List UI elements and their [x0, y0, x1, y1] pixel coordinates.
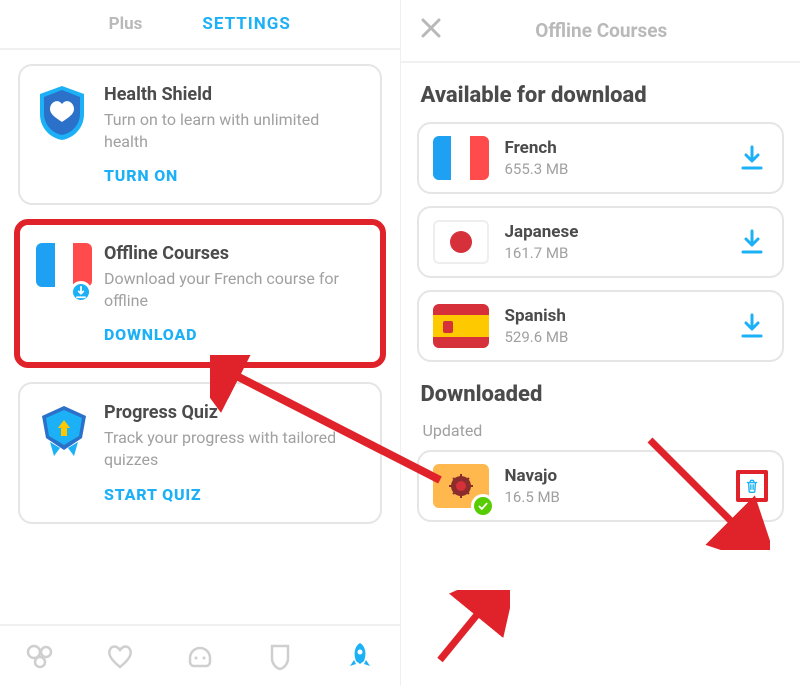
health-shield-card[interactable]: Health Shield Turn on to learn with unli… — [18, 64, 382, 205]
offline-courses-title: Offline Courses — [104, 243, 364, 264]
settings-panel: Plus SETTINGS Health Shield Turn on to l… — [0, 0, 401, 686]
course-size: 529.6 MB — [505, 328, 721, 346]
start-quiz-button[interactable]: START QUIZ — [104, 485, 364, 504]
offline-courses-panel: Offline Courses Available for download F… — [401, 0, 800, 686]
navajo-flag-icon — [433, 464, 489, 508]
progress-quiz-title: Progress Quiz — [104, 402, 364, 423]
health-shield-desc: Turn on to learn with unlimited health — [104, 109, 364, 152]
downloaded-sub: Updated — [423, 421, 800, 440]
course-name: French — [505, 138, 721, 158]
delete-icon[interactable] — [736, 470, 768, 502]
tabs-bar: Plus SETTINGS — [0, 0, 400, 50]
close-icon[interactable] — [419, 14, 443, 47]
course-size: 655.3 MB — [505, 160, 721, 178]
download-icon[interactable] — [736, 226, 768, 258]
tab-plus[interactable]: Plus — [109, 14, 143, 34]
turn-on-button[interactable]: TURN ON — [104, 166, 364, 185]
quiz-badge-icon — [36, 402, 88, 454]
course-row-spanish[interactable]: Spanish 529.6 MB — [417, 290, 785, 362]
nav-rocket-icon[interactable] — [344, 640, 376, 672]
download-icon[interactable] — [736, 310, 768, 342]
available-list: French 655.3 MB Japanese 161.7 MB — [401, 122, 800, 362]
course-name: Spanish — [505, 306, 721, 326]
available-header: Available for download — [421, 83, 800, 108]
course-name: Navajo — [505, 466, 721, 486]
japanese-flag-icon — [433, 220, 489, 264]
course-size: 16.5 MB — [505, 488, 721, 506]
download-icon[interactable] — [736, 142, 768, 174]
french-flag-icon — [36, 243, 88, 295]
progress-quiz-card[interactable]: Progress Quiz Track your progress with t… — [18, 382, 382, 523]
offline-courses-card[interactable]: Offline Courses Download your French cou… — [14, 219, 386, 368]
nav-shield-icon[interactable] — [264, 640, 296, 672]
nav-face-icon[interactable] — [184, 640, 216, 672]
bottom-nav — [0, 624, 400, 686]
spanish-flag-icon — [433, 304, 489, 348]
nav-bubbles-icon[interactable] — [24, 640, 56, 672]
course-row-japanese[interactable]: Japanese 161.7 MB — [417, 206, 785, 278]
downloaded-check-icon — [471, 494, 495, 518]
course-size: 161.7 MB — [505, 244, 721, 262]
french-flag-icon — [433, 136, 489, 180]
tab-settings[interactable]: SETTINGS — [202, 14, 290, 34]
offline-header: Offline Courses — [401, 0, 800, 63]
shield-icon — [36, 84, 88, 136]
offline-header-title: Offline Courses — [443, 19, 800, 42]
download-badge-icon — [70, 281, 92, 303]
download-button[interactable]: DOWNLOAD — [104, 325, 364, 344]
downloaded-list: Navajo 16.5 MB — [401, 450, 800, 522]
course-name: Japanese — [505, 222, 721, 242]
progress-quiz-desc: Track your progress with tailored quizze… — [104, 427, 364, 470]
course-row-navajo[interactable]: Navajo 16.5 MB — [417, 450, 785, 522]
course-row-french[interactable]: French 655.3 MB — [417, 122, 785, 194]
nav-heart-icon[interactable] — [104, 640, 136, 672]
offline-courses-desc: Download your French course for offline — [104, 268, 364, 311]
downloaded-header: Downloaded — [421, 382, 800, 407]
health-shield-title: Health Shield — [104, 84, 364, 105]
settings-cards: Health Shield Turn on to learn with unli… — [0, 50, 400, 538]
